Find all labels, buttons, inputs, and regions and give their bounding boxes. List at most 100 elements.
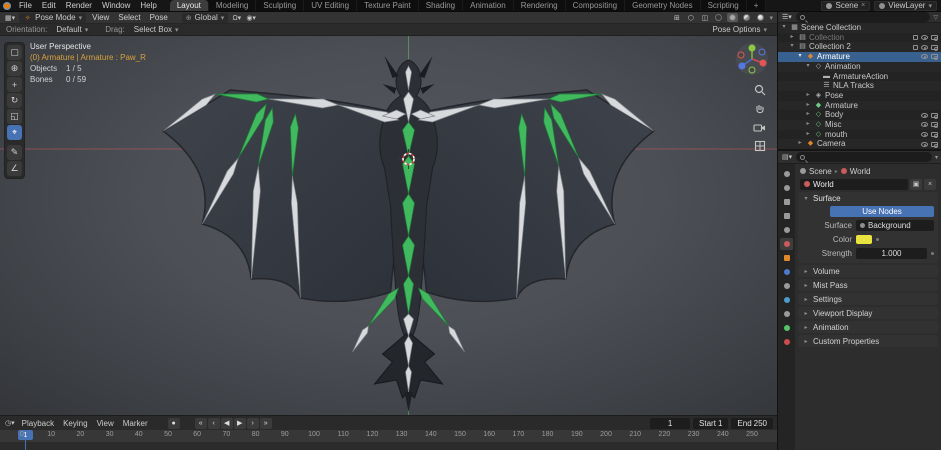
outliner-search-input[interactable] xyxy=(796,12,931,22)
tab-tool[interactable] xyxy=(780,168,793,180)
disclosure-icon[interactable]: ▾ xyxy=(788,42,796,52)
tab-compositing[interactable]: Compositing xyxy=(566,0,625,11)
tool-select-box[interactable]: ▢ xyxy=(7,45,22,60)
tab-geometry-nodes[interactable]: Geometry Nodes xyxy=(625,0,700,11)
outliner-row-misc[interactable]: ▸ ◇ Misc xyxy=(778,120,941,130)
outliner-row-mouth[interactable]: ▸ ◇ mouth xyxy=(778,130,941,140)
outliner-editor-type-icon[interactable]: ☰▾ xyxy=(781,12,793,22)
tab-material[interactable] xyxy=(780,336,793,348)
disclosure-icon[interactable]: ▸ xyxy=(804,101,812,111)
tab-scene[interactable] xyxy=(780,224,793,236)
menu-view[interactable]: View xyxy=(89,13,112,22)
disclosure-icon[interactable]: ▸ xyxy=(804,120,812,130)
jump-to-start-button[interactable]: « xyxy=(195,418,207,429)
exclude-checkbox-icon[interactable] xyxy=(913,45,918,50)
outliner-row-animation[interactable]: ▾ ◇ Animation xyxy=(778,62,941,72)
tab-constraints[interactable] xyxy=(780,308,793,320)
breadcrumb-scene[interactable]: Scene xyxy=(809,167,832,176)
exclude-checkbox-icon[interactable] xyxy=(913,35,918,40)
viewport-display-panel-header[interactable]: ▸ Viewport Display xyxy=(798,307,938,319)
hide-eye-icon[interactable] xyxy=(921,122,928,127)
properties-filter-icon[interactable]: ▾ xyxy=(935,154,938,161)
properties-search-input[interactable] xyxy=(796,152,932,162)
disable-render-icon[interactable] xyxy=(931,35,938,40)
timeline-ruler[interactable]: 1 01020304050607080901001101201301401501… xyxy=(0,430,777,450)
show-overlays-icon[interactable]: ⬡ xyxy=(685,13,696,23)
menu-keying[interactable]: Keying xyxy=(60,419,90,428)
breadcrumb-world[interactable]: World xyxy=(850,167,871,176)
add-workspace-button[interactable]: + xyxy=(747,0,767,11)
filter-icon[interactable]: ▽ xyxy=(933,14,938,21)
outliner-row-armature-object[interactable]: ▾ ◆ Armature xyxy=(778,52,941,62)
surface-panel-header[interactable]: ▾ Surface xyxy=(798,192,938,204)
next-keyframe-button[interactable]: › xyxy=(247,418,259,429)
mode-dropdown[interactable]: ✧ Pose Mode ▾ xyxy=(19,13,86,23)
disable-render-icon[interactable] xyxy=(931,45,938,50)
pose-options-dropdown[interactable]: Pose Options ▾ xyxy=(708,25,771,35)
drag-mode-dropdown[interactable]: Select Box ▾ xyxy=(130,25,183,35)
tab-shading[interactable]: Shading xyxy=(419,0,463,11)
timeline-editor-type-icon[interactable]: ◷▾ xyxy=(4,418,16,428)
tool-rotate[interactable]: ↻ xyxy=(7,93,22,108)
tab-scripting[interactable]: Scripting xyxy=(701,0,747,11)
disclosure-icon[interactable]: ▸ xyxy=(804,91,812,101)
animate-dot-icon[interactable] xyxy=(876,238,879,241)
disclosure-icon[interactable]: ▸ xyxy=(796,139,804,149)
disclosure-icon[interactable]: ▸ xyxy=(804,110,812,120)
tab-view-layer[interactable] xyxy=(780,210,793,222)
outliner-label[interactable]: Collection 2 xyxy=(809,42,911,52)
volume-panel-header[interactable]: ▸ Volume xyxy=(798,265,938,277)
animate-dot-icon[interactable] xyxy=(931,252,934,255)
camera-view-icon[interactable] xyxy=(753,122,766,133)
outliner-row-collection-2[interactable]: ▾ ▤ Collection 2 xyxy=(778,42,941,52)
disable-render-icon[interactable] xyxy=(931,122,938,127)
tab-object[interactable] xyxy=(780,252,793,264)
snap-magnet-icon[interactable]: Ω▾ xyxy=(231,13,242,23)
outliner-row-pose[interactable]: ▸ ◈ Pose xyxy=(778,91,941,101)
world-name-field[interactable]: World xyxy=(800,179,908,190)
play-button[interactable]: ▶ xyxy=(234,418,246,429)
menu-edit[interactable]: Edit xyxy=(37,1,61,10)
hide-eye-icon[interactable] xyxy=(921,113,928,118)
disable-render-icon[interactable] xyxy=(931,113,938,118)
play-reverse-button[interactable]: ◀ xyxy=(221,418,233,429)
scene-selector[interactable]: Scene × xyxy=(821,1,870,11)
menu-pose[interactable]: Pose xyxy=(147,13,171,22)
transform-orientation-dropdown[interactable]: ⊕ Global ▾ xyxy=(182,13,229,23)
proportional-edit-icon[interactable]: ◉▾ xyxy=(245,13,257,23)
outliner-label[interactable]: Camera xyxy=(817,139,919,149)
outliner-label[interactable]: Pose xyxy=(825,91,938,101)
animation-panel-header[interactable]: ▸ Animation xyxy=(798,321,938,333)
pan-hand-icon[interactable] xyxy=(754,103,766,115)
outliner-row-camera[interactable]: ▸ ◆ Camera xyxy=(778,139,941,149)
tool-measure[interactable]: ∠ xyxy=(7,161,22,176)
menu-playback[interactable]: Playback xyxy=(19,419,57,428)
hide-eye-icon[interactable] xyxy=(921,142,928,147)
shading-options-icon[interactable]: ▾ xyxy=(769,14,773,22)
outliner-row-nla-tracks[interactable]: ☰ NLA Tracks xyxy=(778,81,941,91)
toggle-xray-icon[interactable]: ◫ xyxy=(699,13,710,23)
tool-scale[interactable]: ◱ xyxy=(7,109,22,124)
disclosure-icon[interactable]: ▸ xyxy=(804,130,812,140)
menu-select[interactable]: Select xyxy=(115,13,143,22)
unlink-world-button[interactable]: × xyxy=(924,179,936,190)
shading-wireframe-button[interactable] xyxy=(713,13,724,22)
outliner-label[interactable]: Misc xyxy=(825,120,919,130)
outliner-label[interactable]: Armature xyxy=(825,101,938,111)
settings-panel-header[interactable]: ▸ Settings xyxy=(798,293,938,305)
disclosure-icon[interactable]: ▾ xyxy=(804,62,812,72)
fake-user-button[interactable]: ▣ xyxy=(910,179,922,190)
disclosure-icon[interactable]: ▸ xyxy=(788,33,796,43)
menu-help[interactable]: Help xyxy=(135,1,161,10)
strength-slider[interactable]: 1.000 xyxy=(856,248,927,259)
hide-eye-icon[interactable] xyxy=(921,54,928,59)
orientation-default-dropdown[interactable]: Default ▾ xyxy=(52,25,92,35)
tab-world[interactable] xyxy=(780,238,793,250)
outliner-row-armature-action[interactable]: ▬ ArmatureAction xyxy=(778,72,941,82)
outliner-row-armature-data[interactable]: ▸ ◆ Armature xyxy=(778,101,941,111)
jump-to-end-button[interactable]: » xyxy=(260,418,272,429)
tool-cursor[interactable]: ⊕ xyxy=(7,61,22,76)
disclosure-icon[interactable]: ▾ xyxy=(796,52,804,62)
tab-sculpting[interactable]: Sculpting xyxy=(256,0,304,11)
shading-rendered-button[interactable] xyxy=(755,13,766,22)
